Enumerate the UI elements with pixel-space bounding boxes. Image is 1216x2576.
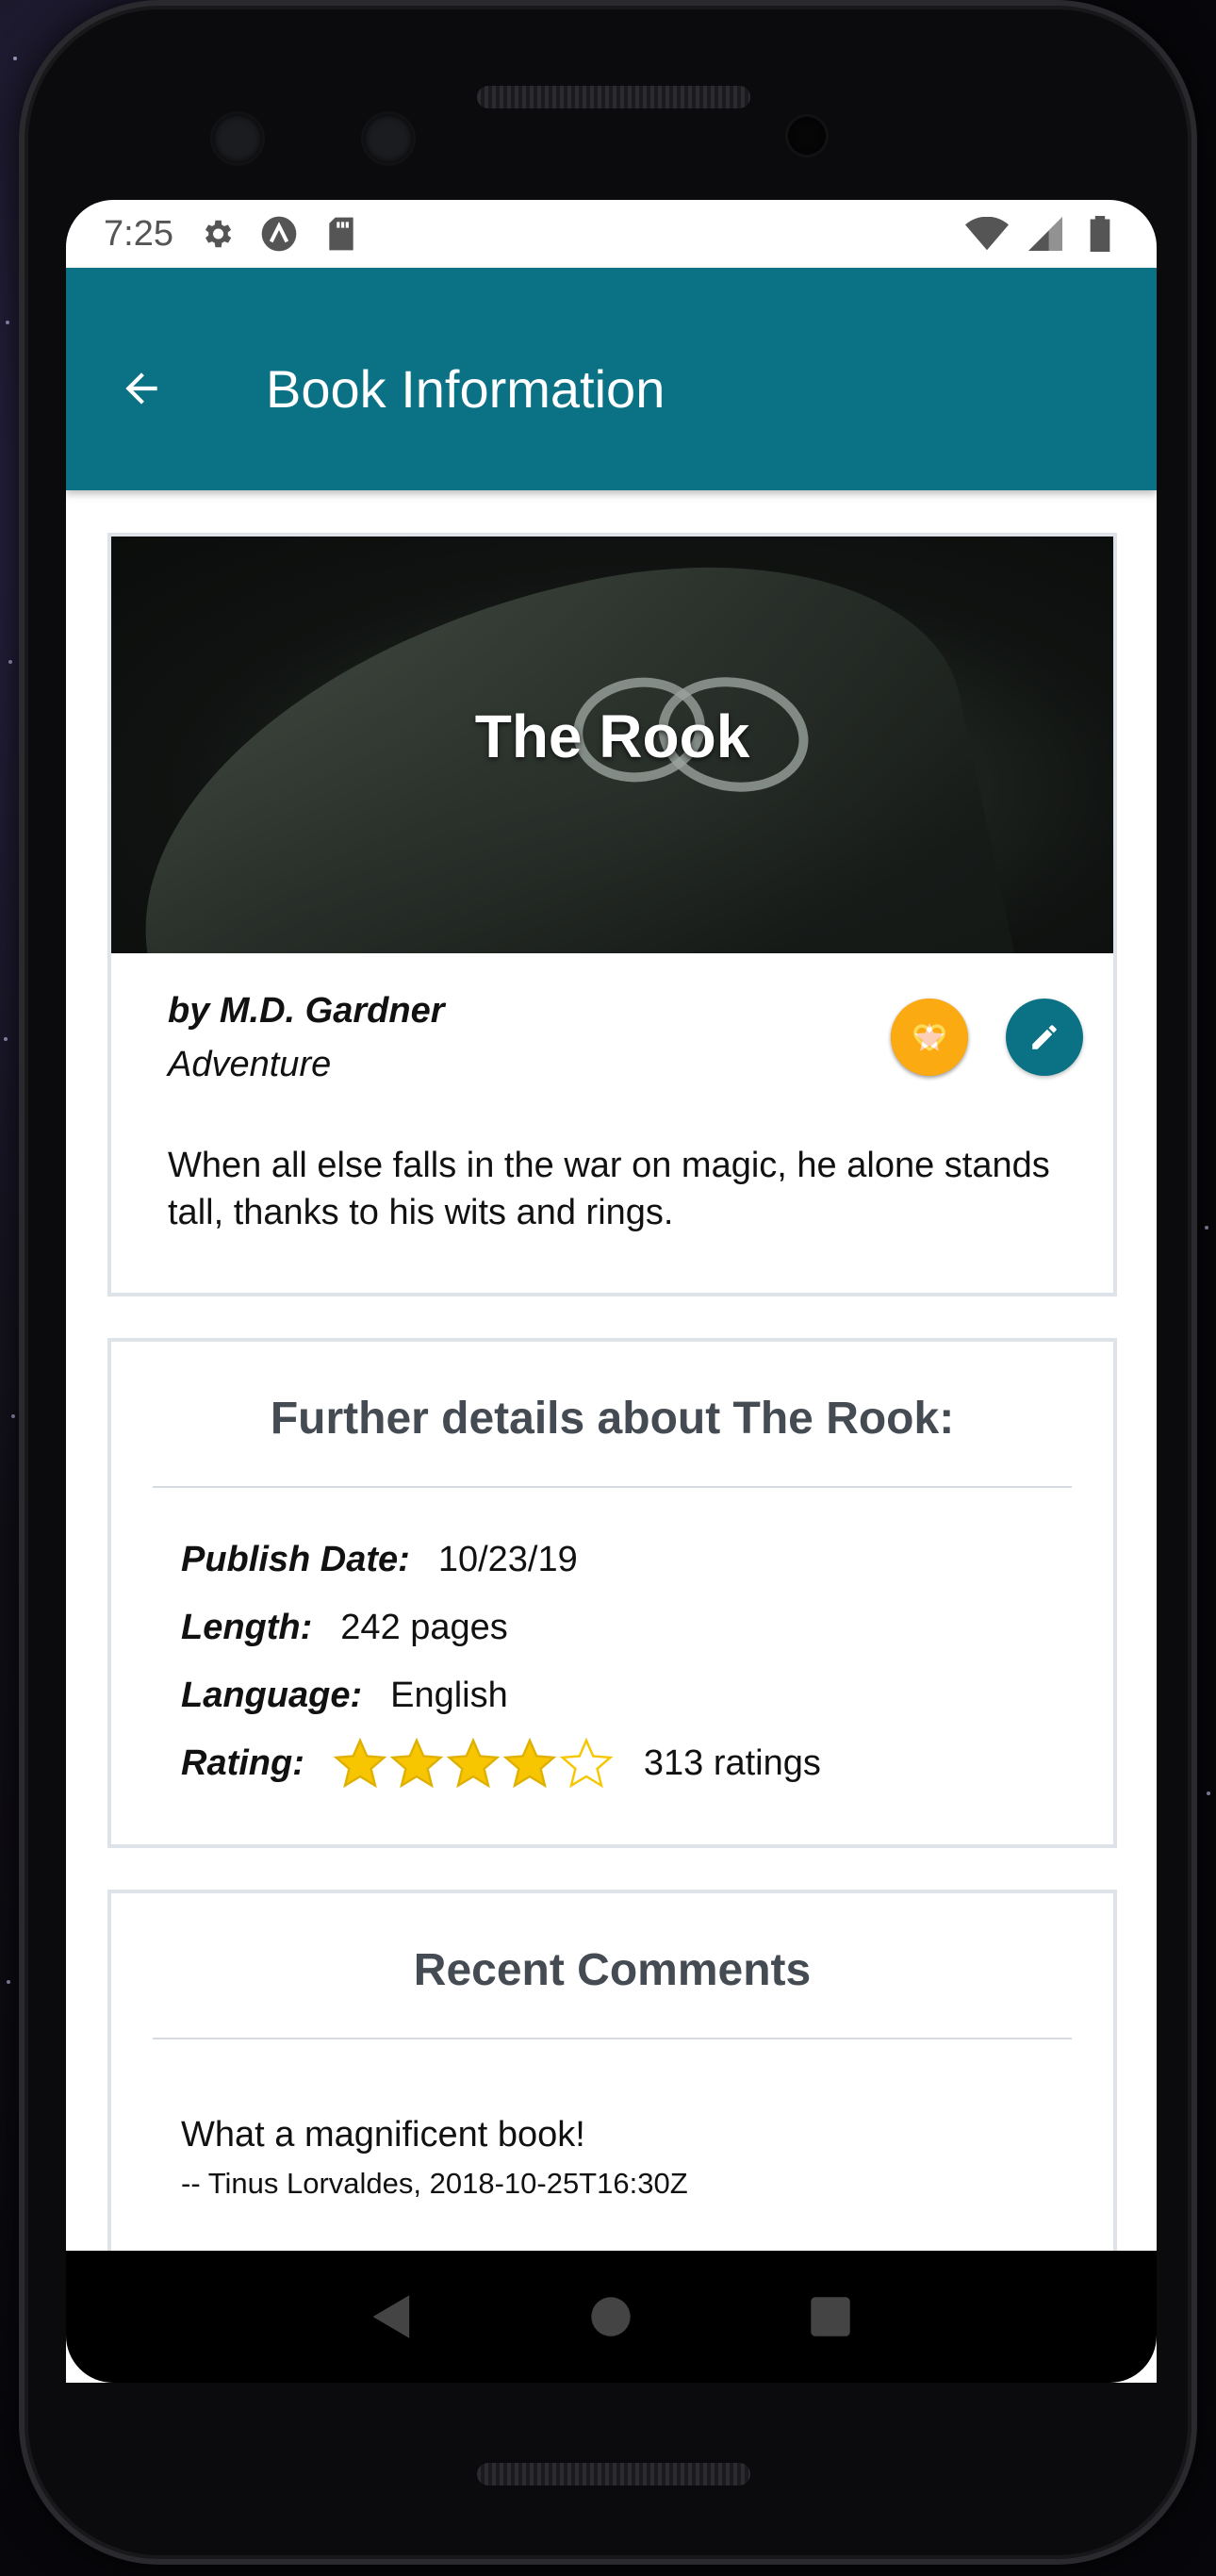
sd-card-icon [322, 215, 360, 253]
comment-item: What a magnificent book! -- Tinus Lorval… [181, 2115, 1043, 2201]
length-label: Length: [181, 1607, 313, 1647]
star-filled-icon [446, 1737, 501, 1789]
publish-date-value: 10/23/19 [437, 1539, 578, 1579]
language-value: English [390, 1675, 508, 1715]
nav-back-button[interactable] [364, 2288, 420, 2345]
comment-text: What a magnificent book! [181, 2115, 585, 2155]
book-card: The Rook by M.D. Gardner Adventure When [107, 533, 1117, 1296]
star-filled-icon [389, 1737, 444, 1789]
rate-button[interactable] [891, 999, 968, 1076]
rating-row: Rating: 313 ratings [181, 1729, 1043, 1797]
nav-home-button[interactable] [583, 2288, 639, 2345]
publish-date-label: Publish Date: [181, 1539, 410, 1579]
arrow-left-icon [125, 372, 157, 405]
edit-button[interactable] [1006, 999, 1083, 1076]
front-camera-icon [213, 114, 262, 163]
app-screen: 7:25 Book Information The Rook by M.D. G… [66, 200, 1157, 2383]
wifi-icon [964, 215, 1010, 253]
comment-author: -- Tinus Lorvaldes, 2018-10-25T16:30Z [181, 2167, 688, 2200]
book-actions [891, 999, 1083, 1076]
sensor-icon [364, 114, 413, 163]
top-speaker [477, 86, 750, 108]
page-title: Book Information [266, 358, 666, 419]
pencil-icon [1032, 1025, 1057, 1049]
star-icon [914, 1023, 945, 1051]
rating-stars [333, 1736, 616, 1791]
language-row: Language: English [181, 1661, 1043, 1729]
status-bar: 7:25 [66, 200, 1157, 268]
gear-icon [198, 215, 236, 253]
book-title: The Rook [474, 702, 750, 770]
back-triangle-icon [372, 2295, 410, 2338]
star-filled-icon [502, 1737, 557, 1789]
details-list: Publish Date: 10/23/19 Length: 242 pages… [111, 1488, 1113, 1844]
bottom-speaker [477, 2463, 750, 2485]
nav-recents-button[interactable] [802, 2288, 859, 2345]
book-description: When all else falls in the war on magic,… [168, 1146, 1050, 1232]
comments-card: Recent Comments What a magnificent book!… [107, 1890, 1117, 2267]
star-empty-icon [559, 1737, 614, 1789]
length-row: Length: 242 pages [181, 1593, 1043, 1661]
comments-heading: Recent Comments [413, 1945, 812, 1995]
home-circle-icon [591, 2297, 632, 2337]
proximity-sensor-icon [788, 117, 826, 155]
book-info: by M.D. Gardner Adventure When all else … [111, 953, 1113, 1293]
language-label: Language: [181, 1675, 363, 1715]
length-value: 242 pages [340, 1607, 508, 1647]
a-icon [260, 215, 298, 253]
battery-icon [1081, 215, 1119, 253]
details-heading: Further details about The Rook: [270, 1394, 955, 1444]
app-bar: Book Information [66, 268, 1157, 490]
back-button[interactable] [115, 362, 168, 415]
content-scroll[interactable]: The Rook by M.D. Gardner Adventure When [66, 490, 1157, 2267]
signal-icon [1027, 215, 1064, 253]
rating-count: 313 ratings [643, 1742, 821, 1783]
publish-date-row: Publish Date: 10/23/19 [181, 1526, 1043, 1593]
star-filled-icon [333, 1737, 387, 1789]
system-nav-bar [66, 2251, 1157, 2383]
book-cover-image: The Rook [111, 537, 1113, 953]
rating-label: Rating: [181, 1742, 304, 1783]
details-card: Further details about The Rook: Publish … [107, 1338, 1117, 1848]
comment-list: What a magnificent book! -- Tinus Lorval… [111, 2039, 1113, 2248]
recents-square-icon [811, 2297, 850, 2337]
status-time: 7:25 [104, 213, 173, 254]
